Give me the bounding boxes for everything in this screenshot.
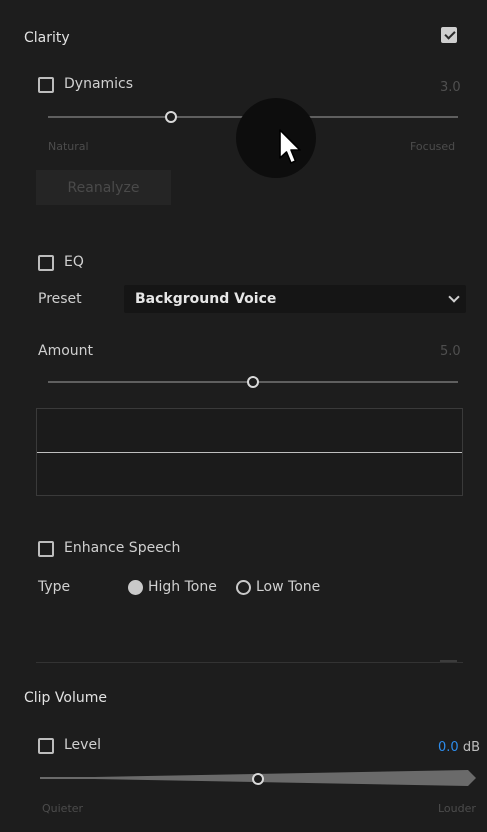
eq-curve-line (37, 452, 462, 453)
enhance-speech-checkbox-icon[interactable] (38, 541, 54, 557)
level-readout: 0.0 dB (438, 740, 480, 755)
dynamics-label: Dynamics (64, 76, 134, 92)
low-tone-radio-unselected-icon[interactable] (236, 580, 251, 595)
clip-volume-section-title: Clip Volume (24, 690, 107, 706)
reanalyze-button[interactable]: Reanalyze (36, 170, 171, 205)
level-slider-thumb[interactable] (252, 773, 264, 785)
eq-curve-display[interactable] (36, 408, 463, 496)
cursor-highlight (236, 98, 316, 178)
dynamics-checkbox-icon[interactable] (38, 77, 54, 93)
essential-sound-panel: Clarity Dynamics 3.0 Natural Focused Rea… (0, 0, 487, 832)
chevron-down-icon (448, 291, 460, 303)
clarity-checkbox-checked-icon[interactable] (441, 27, 457, 43)
low-tone-label[interactable]: Low Tone (256, 579, 320, 595)
high-tone-label[interactable]: High Tone (148, 579, 217, 595)
louder-label: Louder (438, 802, 476, 815)
enhance-speech-label: Enhance Speech (64, 540, 181, 556)
quieter-label: Quieter (42, 802, 84, 815)
preset-dropdown-value: Background Voice (135, 291, 277, 307)
eq-checkbox-icon[interactable] (38, 255, 54, 271)
type-label: Type (38, 579, 71, 595)
preset-label: Preset (38, 291, 82, 307)
preset-dropdown[interactable]: Background Voice (124, 285, 466, 313)
amount-label: Amount (38, 343, 94, 359)
dynamics-value: 3.0 (440, 80, 461, 95)
dynamics-slider-thumb[interactable] (165, 111, 177, 123)
clarity-section-title: Clarity (24, 30, 70, 46)
high-tone-radio-selected-icon[interactable] (128, 580, 143, 595)
mouse-cursor-icon (279, 129, 301, 164)
level-checkbox-icon[interactable] (38, 738, 54, 754)
level-value[interactable]: 0.0 (438, 740, 459, 755)
level-label: Level (64, 737, 101, 753)
dynamics-max-label: Focused (410, 140, 456, 153)
section-divider (36, 662, 463, 663)
amount-value: 5.0 (440, 344, 461, 359)
eq-label: EQ (64, 254, 84, 270)
dynamics-min-label: Natural (48, 140, 89, 153)
level-unit: dB (462, 740, 480, 755)
resize-handle[interactable] (440, 660, 457, 662)
amount-slider-thumb[interactable] (247, 376, 259, 388)
